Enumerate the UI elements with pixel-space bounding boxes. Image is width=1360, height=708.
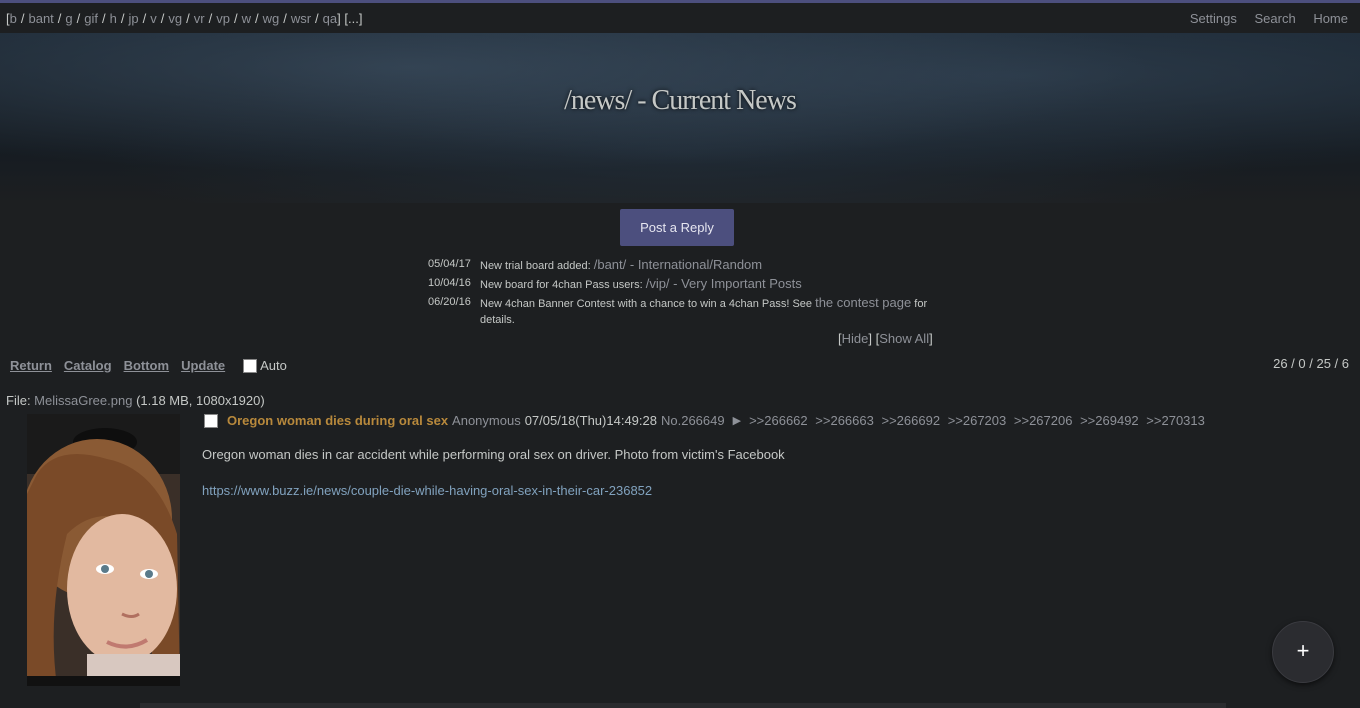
board-list: [b / bant / g / gif / h / jp / v / vg / vr / vp / w / wg / wsr / q… [6, 10, 363, 26]
board-link-gif[interactable]: gif [84, 11, 98, 26]
navbar-right: Settings Search Home [1176, 11, 1348, 26]
news-date: 06/20/16 [428, 296, 471, 308]
board-title: /news/ - Current News [564, 85, 797, 116]
board-link-b[interactable]: b [10, 11, 17, 26]
news-item: 10/04/16 New board for 4chan Pass users:… [428, 276, 938, 293]
auto-update-label: Auto [260, 358, 287, 373]
backlink[interactable]: >>269492 [1080, 413, 1139, 428]
search-link[interactable]: Search [1254, 11, 1295, 26]
news-show-all-link[interactable]: Show All [879, 331, 929, 346]
post-info: Oregon woman dies during oral sex Anonym… [204, 413, 1209, 428]
update-link[interactable]: Update [181, 358, 225, 373]
backlink[interactable]: >>267206 [1014, 413, 1073, 428]
triangle-right-icon[interactable]: ▶ [733, 414, 741, 427]
post-reply-button[interactable]: Post a Reply [620, 209, 734, 246]
news-date: 05/04/17 [428, 258, 471, 270]
comment-text: Oregon woman dies in car accident while … [202, 447, 785, 462]
news-link[interactable]: /vip/ - Very Important Posts [646, 276, 802, 291]
news-hide-link[interactable]: Hide [842, 331, 869, 346]
plus-icon[interactable]: + [1272, 621, 1334, 683]
news-list: 05/04/17 New trial board added: /bant/ -… [428, 257, 938, 330]
board-link-wg[interactable]: wg [263, 11, 280, 26]
file-label: File: [6, 393, 35, 408]
news-text: New board for 4chan Pass users: [480, 279, 646, 291]
home-link[interactable]: Home [1313, 11, 1348, 26]
news-date: 10/04/16 [428, 277, 471, 289]
thread-nav: Return Catalog Bottom Update Auto [10, 358, 287, 373]
post-number-link[interactable]: No.266649 [661, 413, 725, 428]
backlink[interactable]: >>266663 [815, 413, 874, 428]
news-item: 06/20/16 New 4chan Banner Contest with a… [428, 295, 938, 328]
backlinks: >>266662 >>266663 >>266692 >>267203 >>26… [749, 413, 1209, 428]
return-link[interactable]: Return [10, 358, 52, 373]
board-link-h[interactable]: h [110, 11, 117, 26]
news-text: New 4chan Banner Contest with a chance t… [480, 298, 816, 310]
thumbnail-image [27, 414, 180, 686]
file-info: File: MelissaGree.png (1.18 MB, 1080x192… [6, 393, 265, 408]
file-meta: (1.18 MB, 1080x1920) [132, 393, 265, 408]
bottom-reply-bar [140, 703, 1226, 708]
board-link-vp[interactable]: vp [216, 11, 230, 26]
header-banner [0, 33, 1360, 203]
backlink[interactable]: >>266692 [881, 413, 940, 428]
news-controls: [Hide] [Show All] [838, 331, 933, 346]
board-navbar: [b / bant / g / gif / h / jp / v / vg / vr / vp / w / wg / wsr / q… [0, 3, 1360, 33]
bottom-link[interactable]: Bottom [124, 358, 170, 373]
board-link-w[interactable]: w [242, 11, 251, 26]
board-link-wsr[interactable]: wsr [291, 11, 311, 26]
board-link-vr[interactable]: vr [194, 11, 205, 26]
news-text: New trial board added: [480, 260, 594, 272]
post-subject: Oregon woman dies during oral sex [227, 413, 449, 428]
catalog-link[interactable]: Catalog [64, 358, 112, 373]
news-link[interactable]: the contest page [815, 295, 911, 310]
news-item: 05/04/17 New trial board added: /bant/ -… [428, 257, 938, 274]
backlink[interactable]: >>266662 [749, 413, 808, 428]
file-name-link[interactable]: MelissaGree.png [34, 393, 132, 408]
board-link-g[interactable]: g [65, 11, 72, 26]
board-link-jp[interactable]: jp [129, 11, 139, 26]
backlink[interactable]: >>267203 [948, 413, 1007, 428]
post-thumbnail[interactable] [27, 414, 180, 686]
board-list-more[interactable]: [...] [344, 11, 362, 26]
post-comment: Oregon woman dies in car accident while … [202, 446, 785, 500]
news-link[interactable]: /bant/ - International/Random [594, 257, 762, 272]
board-link-bant[interactable]: bant [28, 11, 53, 26]
board-link-v[interactable]: v [150, 11, 157, 26]
comment-url-link[interactable]: https://www.buzz.ie/news/couple-die-whil… [202, 483, 652, 498]
board-link-qa[interactable]: qa [323, 11, 337, 26]
post-select-checkbox[interactable] [204, 413, 218, 428]
thread-stats: 26 / 0 / 25 / 6 [1273, 356, 1349, 371]
auto-update-checkbox[interactable] [243, 358, 258, 373]
backlink[interactable]: >>270313 [1146, 413, 1205, 428]
poster-name: Anonymous [452, 413, 521, 428]
board-link-vg[interactable]: vg [168, 11, 182, 26]
post-date: 07/05/18(Thu)14:49:28 [524, 413, 657, 428]
settings-link[interactable]: Settings [1190, 11, 1237, 26]
